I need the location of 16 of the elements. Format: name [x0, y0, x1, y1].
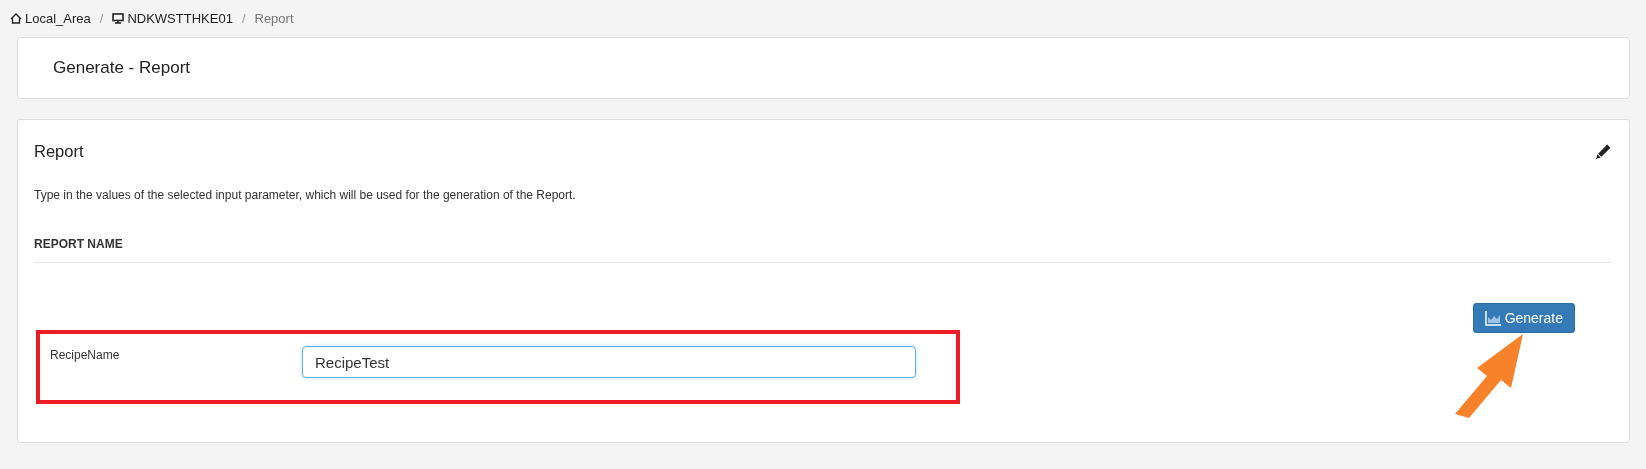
- page-title: Generate - Report: [53, 58, 190, 78]
- generate-button[interactable]: Generate: [1472, 303, 1575, 333]
- breadcrumb-link[interactable]: NDKWSTTHKE01: [112, 11, 233, 26]
- description-text: Type in the values of the selected input parameter, which will be used for the generation of the Report.: [34, 188, 577, 202]
- card-title: Report: [34, 142, 84, 161]
- home-icon: [10, 13, 22, 24]
- breadcrumb-link[interactable]: Local_Area: [10, 11, 91, 26]
- breadcrumb-separator: /: [241, 11, 246, 26]
- input-field[interactable]: RecipeTest: [302, 346, 916, 378]
- section-heading: REPORT NAME: [34, 237, 124, 251]
- breadcrumb-current: Report: [254, 11, 294, 26]
- area-chart-icon: [1484, 310, 1502, 326]
- monitor-icon: [112, 13, 125, 24]
- field-label: RecipeName: [50, 348, 121, 362]
- breadcrumb-separator: /: [99, 11, 104, 26]
- edit-icon[interactable]: [1595, 143, 1612, 160]
